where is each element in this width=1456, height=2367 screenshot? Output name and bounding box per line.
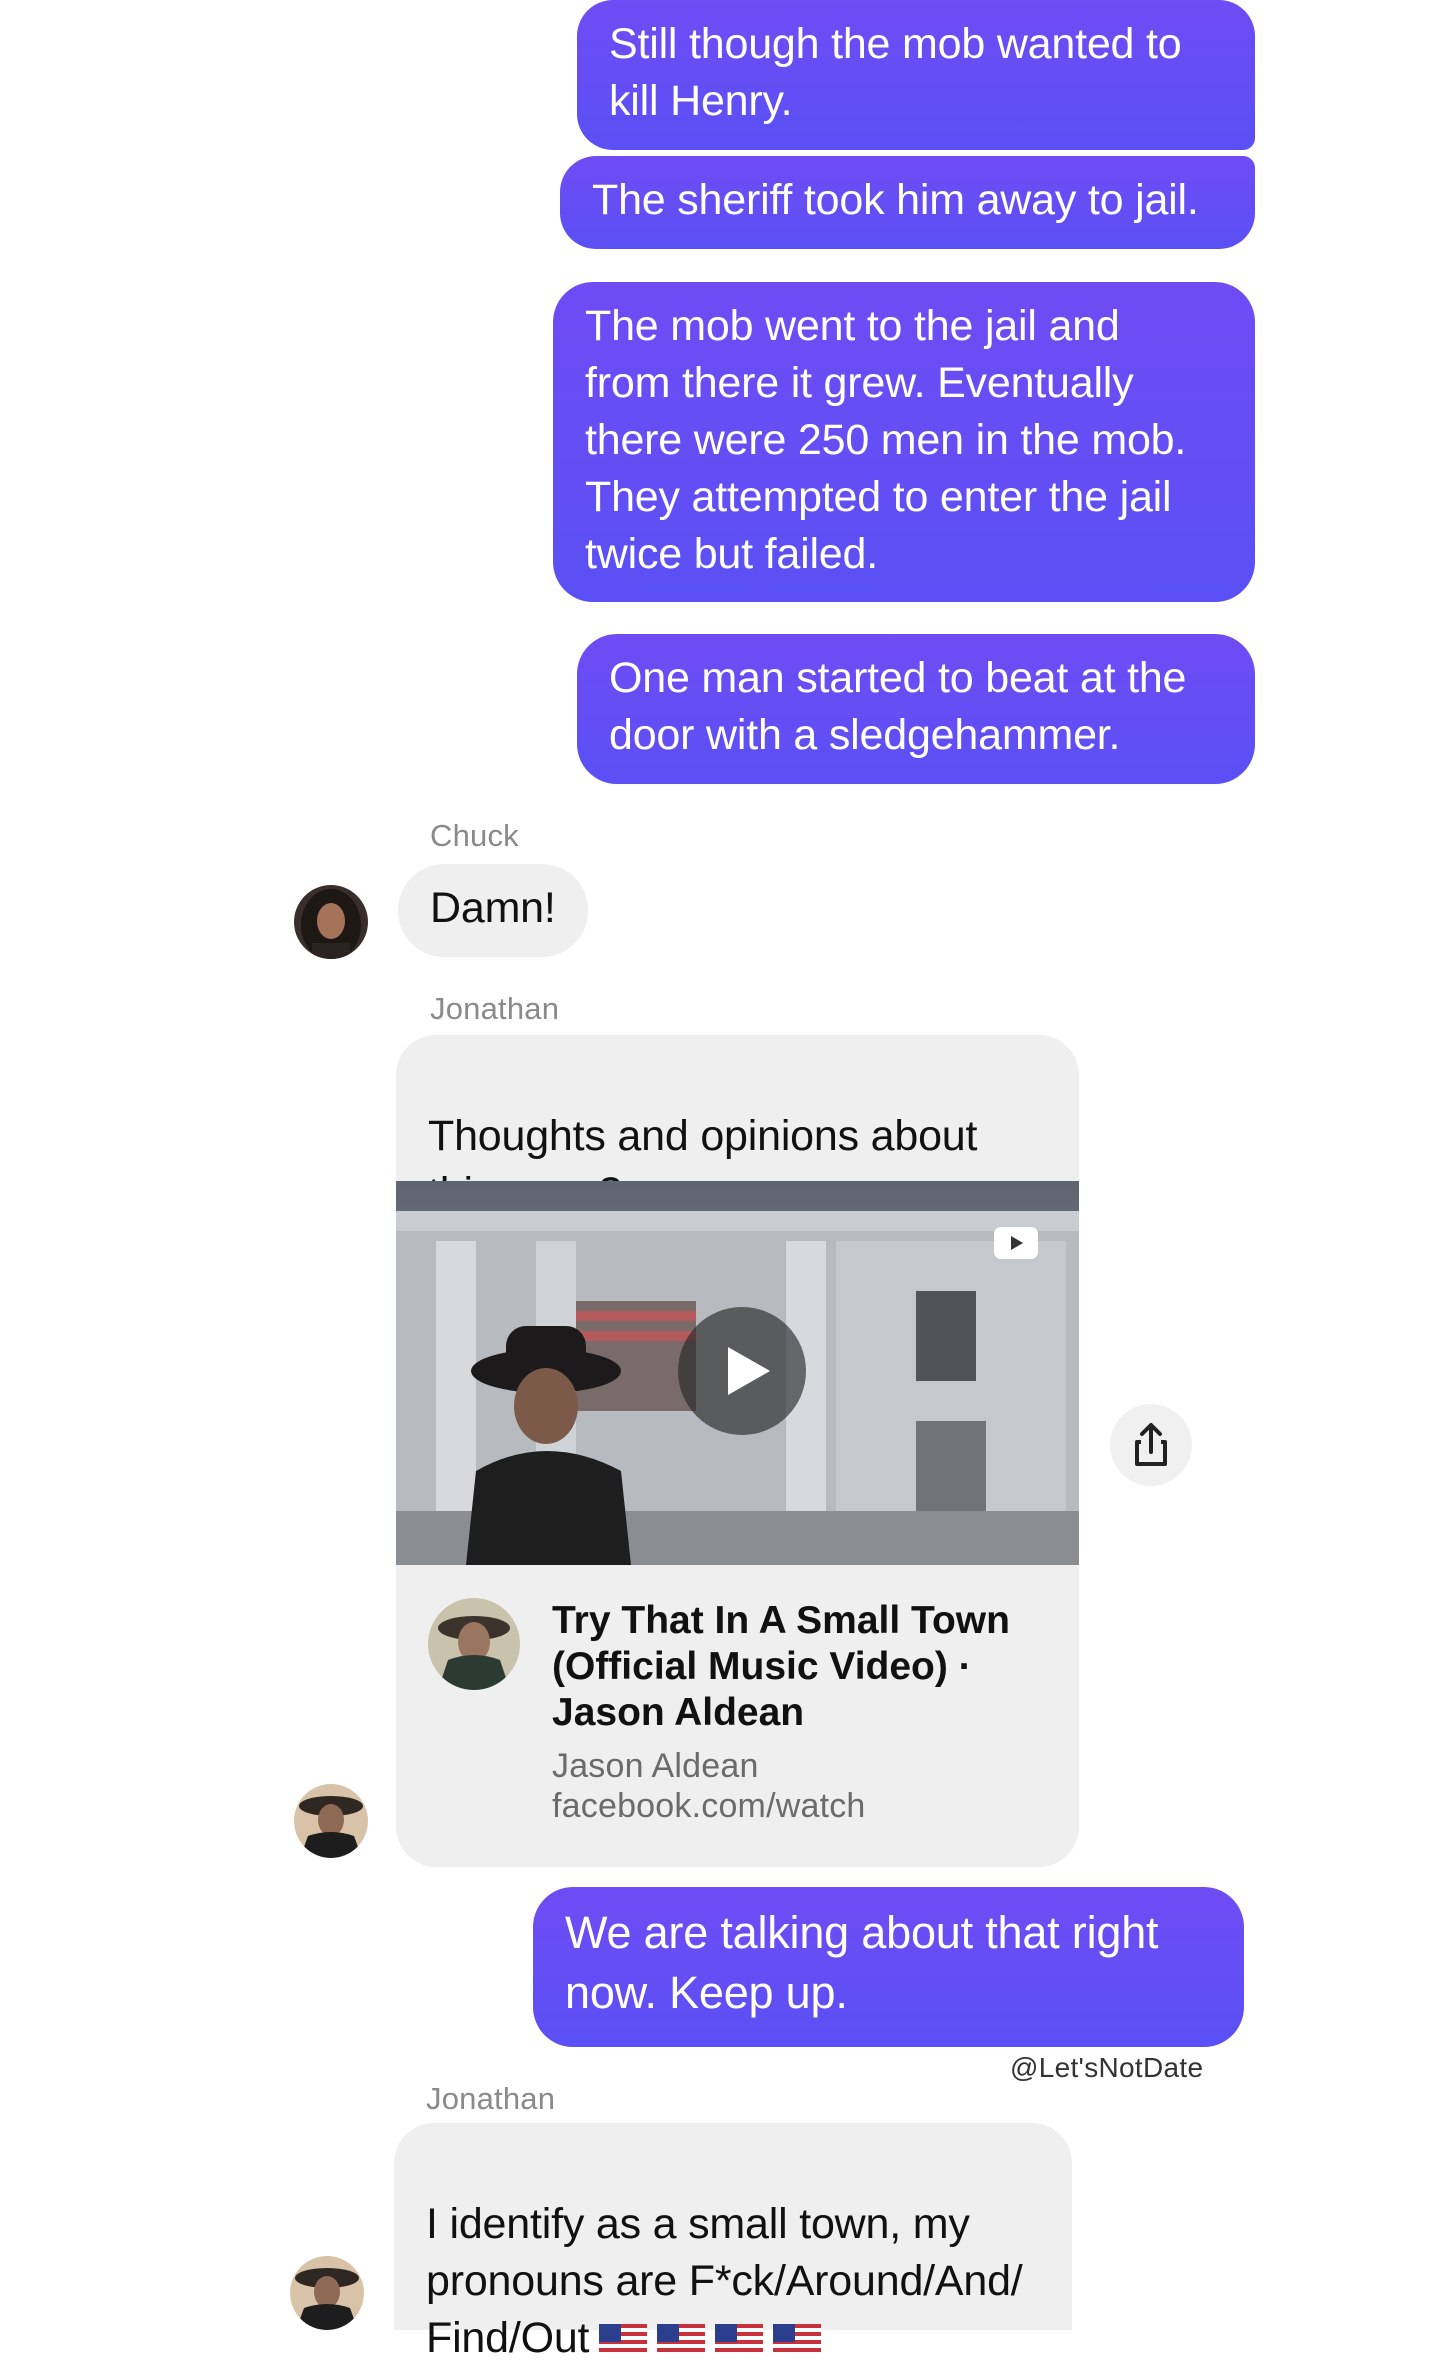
us-flag-icon: [715, 2324, 764, 2356]
outgoing-message[interactable]: One man started to beat at the door with…: [577, 634, 1255, 784]
us-flag-icon: [599, 2324, 648, 2356]
sender-name: Jonathan: [426, 2081, 556, 2116]
play-button[interactable]: [678, 1307, 806, 1435]
outgoing-message[interactable]: The sheriff took him away to jail.: [560, 156, 1255, 249]
avatar-jonathan[interactable]: [294, 1784, 368, 1858]
link-thumbnail-image: [428, 1598, 520, 1690]
share-button[interactable]: [1110, 1404, 1192, 1486]
sender-name: Jonathan: [430, 991, 560, 1026]
us-flag-icon: [657, 2324, 706, 2356]
outgoing-message[interactable]: The mob went to the jail and from there …: [553, 282, 1255, 602]
us-flag-icon: [773, 2324, 822, 2356]
link-author: Jason Aldean: [552, 1747, 759, 1785]
avatar-jonathan[interactable]: [290, 2256, 364, 2330]
link-thumbnail: [428, 1598, 520, 1690]
sender-name: Chuck: [430, 818, 519, 853]
avatar-chuck-image: [294, 885, 368, 959]
avatar-jonathan-image: [290, 2256, 364, 2330]
incoming-message[interactable]: I identify as a small town, my pronouns …: [394, 2123, 1072, 2362]
video-platform-icon: [994, 1227, 1038, 1259]
watermark: @Let'sNotDate: [1010, 2052, 1204, 2083]
link-title[interactable]: Try That In A Small Town (Official Music…: [552, 1598, 1052, 1736]
outgoing-message[interactable]: We are talking about that right now. Kee…: [533, 1887, 1244, 2047]
link-domain: facebook.com/watch: [552, 1787, 866, 1825]
avatar-chuck[interactable]: [294, 885, 368, 959]
outgoing-message[interactable]: Still though the mob wanted to kill Henr…: [577, 0, 1255, 150]
avatar-jonathan-image: [294, 1784, 368, 1858]
incoming-message[interactable]: Damn!: [398, 864, 588, 957]
play-icon: [728, 1347, 770, 1395]
flag-group: [589, 2314, 822, 2362]
share-icon: [1135, 1423, 1167, 1466]
